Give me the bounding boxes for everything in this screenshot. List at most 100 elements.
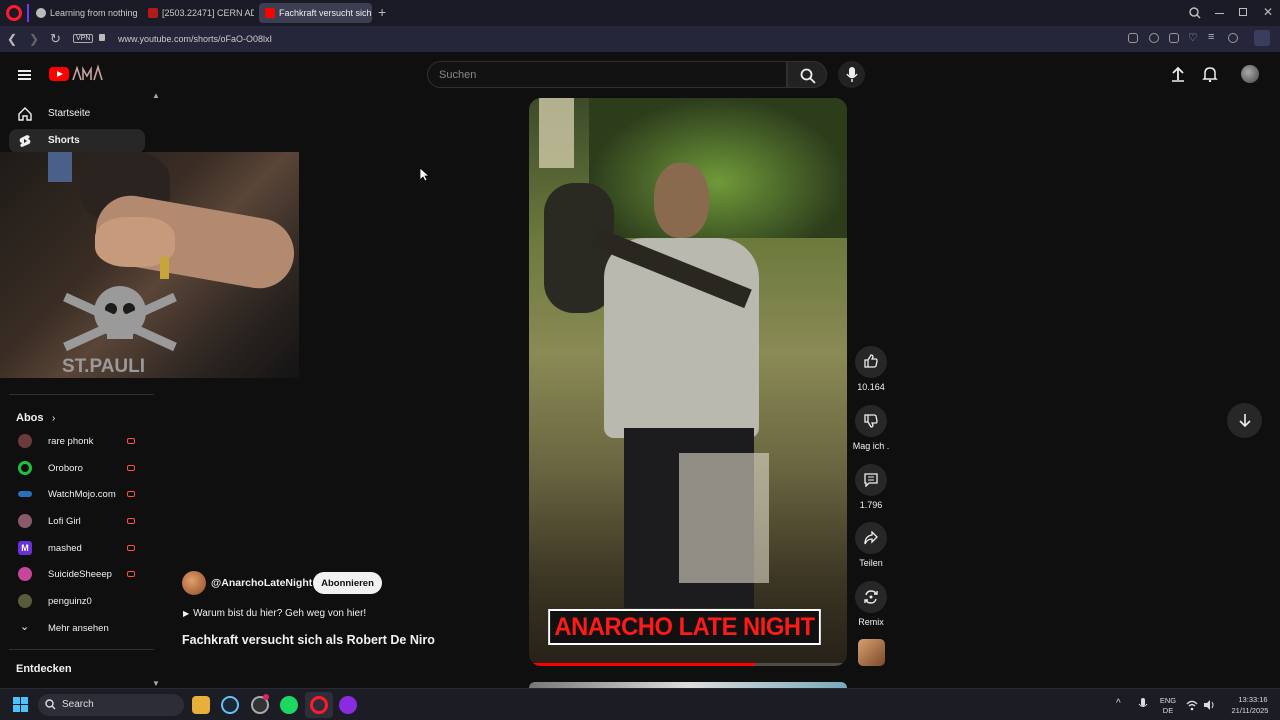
subscription-label: SuicideSheeep xyxy=(48,569,112,580)
search-button[interactable] xyxy=(787,61,827,88)
shorts-icon xyxy=(19,135,31,147)
comment-count: 1.796 xyxy=(859,500,883,510)
upload-icon[interactable] xyxy=(1171,66,1185,82)
divider xyxy=(9,649,154,650)
video-sign xyxy=(679,453,769,583)
live-indicator-icon xyxy=(127,465,135,471)
live-indicator-icon xyxy=(127,491,135,497)
windows-start-icon[interactable] xyxy=(13,697,29,713)
dislike-button[interactable] xyxy=(855,405,887,437)
restore-button[interactable] xyxy=(1239,8,1247,16)
tab-learning[interactable]: Learning from nothing xyxy=(30,3,138,23)
video-banner: ANARCHO LATE NIGHT xyxy=(548,609,821,645)
minimize-button[interactable] xyxy=(1215,13,1224,14)
webcam-overlay: ST.PAULI xyxy=(0,152,299,378)
shield-icon[interactable] xyxy=(1149,33,1159,43)
youtube-doodle-logo[interactable] xyxy=(72,64,106,82)
live-indicator-icon xyxy=(127,438,135,444)
subscription-item[interactable]: M mashed xyxy=(9,537,145,559)
vpn-badge[interactable]: VPN xyxy=(73,34,94,43)
forward-icon[interactable]: ❯ xyxy=(29,32,39,46)
arrow-down-icon xyxy=(1239,414,1251,428)
subscription-item[interactable]: rare phonk xyxy=(9,430,145,452)
sidebar-scroll-up-icon[interactable]: ▲ xyxy=(152,91,160,100)
avatar xyxy=(18,594,32,608)
sidebar-item-shorts[interactable]: Shorts xyxy=(9,129,145,153)
extension-icon[interactable] xyxy=(1169,33,1179,43)
avatar xyxy=(18,434,32,448)
subscription-item[interactable]: WatchMojo.com xyxy=(9,483,145,505)
video-building xyxy=(539,98,574,168)
youtube-logo[interactable] xyxy=(49,67,69,81)
sound-thumbnail[interactable] xyxy=(858,639,885,666)
opera-icon[interactable] xyxy=(310,696,328,714)
tab-label: [2503.22471] CERN AD/EL xyxy=(162,8,254,18)
spotify-icon[interactable] xyxy=(280,696,298,714)
subscriptions-heading-link[interactable]: Abos › xyxy=(16,408,55,426)
steam-icon[interactable] xyxy=(221,696,239,714)
profile-icon[interactable] xyxy=(1228,33,1238,43)
tab-label: Fachkraft versucht sich xyxy=(279,8,372,18)
back-icon[interactable]: ❮ xyxy=(7,32,17,46)
menu-lines-icon[interactable]: ≡ xyxy=(1208,31,1214,43)
avatar xyxy=(18,491,32,497)
voice-search-button[interactable] xyxy=(838,61,865,88)
mouse-cursor-icon xyxy=(420,168,430,182)
tray-microphone-icon[interactable] xyxy=(1138,698,1148,712)
tab-arxiv[interactable]: [2503.22471] CERN AD/EL xyxy=(142,3,254,23)
search-box[interactable] xyxy=(427,61,787,88)
subscription-item[interactable]: SuicideSheeep xyxy=(9,563,145,585)
clock-time[interactable]: 13:33:16 xyxy=(1230,695,1276,704)
wallet-icon[interactable] xyxy=(1254,30,1270,46)
subscription-label: rare phonk xyxy=(48,436,94,447)
video-progress-bar[interactable] xyxy=(529,663,847,666)
video-link-row[interactable]: ▶ Warum bist du hier? Geh weg von hier! xyxy=(183,608,366,619)
subscription-item[interactable]: Lofi Girl xyxy=(9,510,145,532)
reload-icon[interactable]: ↻ xyxy=(50,31,61,47)
tab-search-icon[interactable] xyxy=(1189,7,1201,19)
short-video-player[interactable]: ANARCHO LATE NIGHT xyxy=(529,98,847,666)
show-more-button[interactable]: ⌄ Mehr ansehen xyxy=(9,617,145,639)
taskbar-search[interactable]: Search xyxy=(38,694,184,716)
volume-icon[interactable] xyxy=(1203,699,1215,711)
account-avatar[interactable] xyxy=(1241,65,1259,83)
next-short-button[interactable] xyxy=(1227,403,1262,438)
channel-avatar[interactable] xyxy=(182,571,206,595)
subscriptions-heading: Abos xyxy=(16,412,44,424)
language-indicator-top[interactable]: ENG xyxy=(1156,696,1180,705)
clock-date[interactable]: 21/11/2025 xyxy=(1224,706,1276,715)
share-button[interactable] xyxy=(855,522,887,554)
youtube-icon xyxy=(265,8,275,18)
tab-youtube[interactable]: Fachkraft versucht sich xyxy=(259,3,372,23)
subscription-label: penguinz0 xyxy=(48,596,92,607)
sidebar-scroll-down-icon[interactable]: ▼ xyxy=(152,679,160,688)
notifications-bell-icon[interactable] xyxy=(1202,66,1218,82)
subscribe-button[interactable]: Abonnieren xyxy=(313,572,382,594)
remix-label: Remix xyxy=(858,617,884,627)
search-input[interactable] xyxy=(439,67,769,83)
close-button[interactable]: ✕ xyxy=(1263,5,1273,19)
remix-icon xyxy=(864,590,878,604)
like-button[interactable] xyxy=(855,346,887,378)
browser-tab-bar: Learning from nothing [2503.22471] CERN … xyxy=(0,0,1280,26)
file-explorer-icon[interactable] xyxy=(192,696,210,714)
comments-button[interactable] xyxy=(855,464,887,496)
video-title: Fachkraft versucht sich als Robert De Ni… xyxy=(182,633,435,647)
opera-gx-icon[interactable] xyxy=(339,696,357,714)
subscription-item[interactable]: penguinz0 xyxy=(9,590,145,612)
network-icon[interactable] xyxy=(1186,699,1198,711)
channel-name[interactable]: @AnarchoLateNight xyxy=(211,577,312,589)
tray-chevron-up-icon[interactable]: ^ xyxy=(1116,698,1121,709)
remix-button[interactable] xyxy=(855,581,887,613)
new-tab-button[interactable]: + xyxy=(378,4,386,20)
sidebar-item-home[interactable]: Startseite xyxy=(9,102,145,126)
live-indicator-icon xyxy=(127,571,135,577)
heart-icon[interactable]: ♡ xyxy=(1188,31,1198,44)
language-indicator-bottom[interactable]: DE xyxy=(1156,706,1180,715)
opera-logo-icon[interactable] xyxy=(6,5,22,21)
lock-icon xyxy=(99,34,105,41)
subscription-item[interactable]: Oroboro xyxy=(9,457,145,479)
url-field[interactable]: www.youtube.com/shorts/oFaO-O08lxI xyxy=(118,34,272,44)
comment-icon xyxy=(864,473,878,487)
camera-icon[interactable] xyxy=(1128,33,1138,43)
